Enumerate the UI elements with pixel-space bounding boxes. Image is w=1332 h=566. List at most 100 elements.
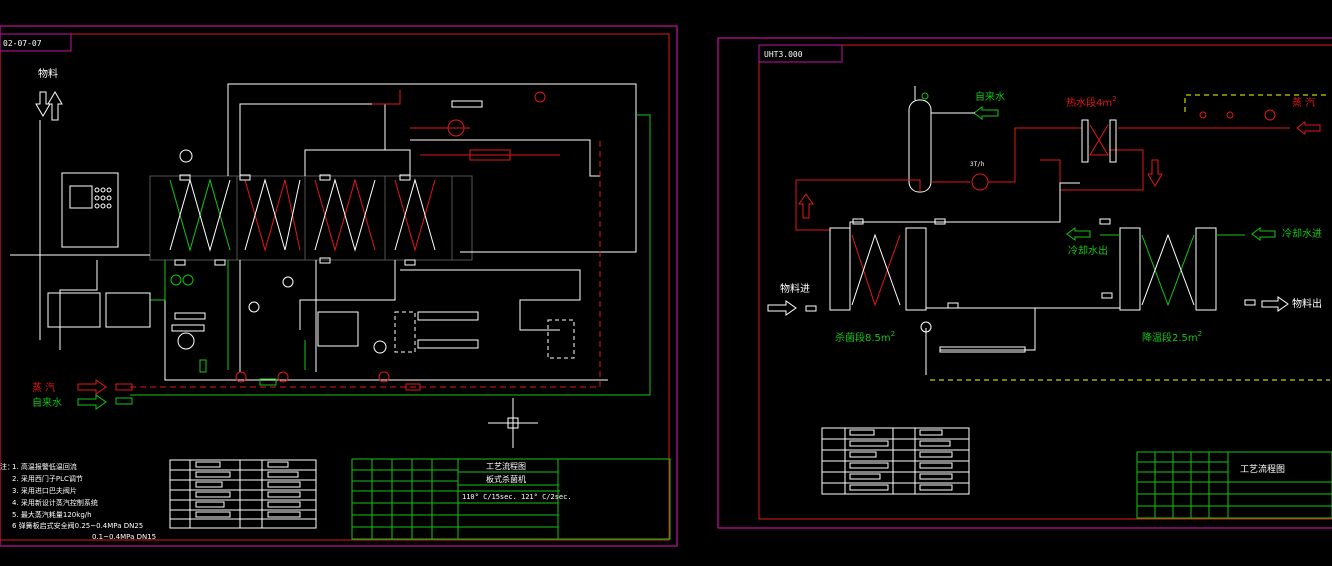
gauge-icon [182,274,194,286]
left-title-1: 工艺流程图 [486,461,526,471]
left-tank-a [47,292,101,328]
red-hot-line [988,127,1082,183]
note-item: 2. 采用西门子PLC调节 [12,474,83,483]
pump-spec: 3T/h [970,161,985,168]
right-title-block [1136,451,1332,519]
right-steam-arrow [1296,121,1321,135]
gauge-icon [282,276,294,288]
pump-icon [971,173,989,191]
left-steam-arrow [77,379,107,395]
material-arrow-up [47,91,63,121]
material-in-arrow [767,300,797,316]
pipe-bottom-4 [299,260,396,330]
left-material-label: 物料 [38,67,58,80]
zigzag-white-4 [394,178,436,251]
sterilize-zigzag-white [851,233,901,306]
pipe-mid [304,149,411,176]
hot-water-exchanger [1109,119,1117,163]
cooling-out-arrow [1066,227,1091,241]
gauge-icon [1199,111,1207,119]
left-tag: 02-07-07 [3,39,42,48]
left-water-arrow [77,394,107,410]
zigzag-white-1 [169,178,231,252]
sterilize-plate [829,227,851,311]
gauge-icon [373,340,387,354]
instrument-tag [805,305,817,312]
right-tap-water-arrow [973,106,999,120]
gauge-icon [170,274,182,286]
right-tap-water-label: 自来水 [975,90,1005,103]
cooling-plate [1119,227,1141,311]
instrument-tags [852,218,1256,309]
hot-zigzag [1089,124,1109,156]
control-cabinet [61,172,119,248]
left-title-2: 板式杀菌机 [486,474,526,484]
cooling-in-label: 冷却水进 [1282,227,1322,240]
zigzag-red-2 [244,179,301,252]
cooling-in-arrow [1251,227,1276,241]
sterilize-label: 杀菌段8.5m2 [835,330,895,344]
pipe-top-2 [239,103,386,176]
pipe-left-a [59,260,98,350]
pipe-loop-right [400,269,581,331]
crosshair-icon [488,398,538,448]
zigzag-white-2 [244,178,301,251]
right-tag: UHT3.000 [764,50,803,59]
material-out-label: 物料出 [1292,297,1322,310]
hot-water-label: 热水段4m2 [1066,95,1117,109]
material-in-label: 物料进 [780,282,810,295]
zigzag-red-4 [394,179,436,252]
pipe-bottom [164,260,608,381]
cooling-out-label: 冷却水出 [1068,244,1108,257]
note-item: 6 弹簧板启式安全阀0.25~0.4MPa DN25 [12,521,143,530]
material-out-arrow [1261,296,1289,312]
cool-down-label: 降温段2.5m2 [1142,330,1202,344]
left-inner-border [0,33,670,541]
tank-unit [317,311,359,347]
left-tank-b [105,292,151,328]
vessel [908,99,932,193]
storage-box-3 [394,311,416,353]
gauge-icon [534,91,546,103]
water-line-a [150,260,166,301]
storage-box [417,311,479,321]
gauge-icon [1226,111,1234,119]
pump-icon [177,332,195,350]
gauge-icon [248,301,260,313]
cooling-zigzag-green [1141,234,1195,307]
gauge-icon [1264,109,1276,121]
pipe-right [410,139,600,177]
white-pipe-b [926,307,1036,351]
steam-line-main [130,140,601,388]
gauge-icon [179,149,193,163]
sterilize-zigzag-red [851,234,901,307]
gauge-icon [921,92,929,100]
control-buttons [94,187,112,209]
note-item-cont: 0.1~0.4MPa DN15 [92,533,156,541]
left-legend [169,459,317,529]
right-legend [821,427,970,495]
steam-line-top [372,90,401,105]
hot-water-exchanger [1081,119,1089,163]
white-pipe-a [849,182,1080,228]
cooling-plate [1195,227,1217,311]
cooling-zigzag-white [1141,233,1195,306]
storage-box-2 [417,339,479,349]
left-drawing: 02-07-07 物料 蒸 汽 自来水 注： 1. 高温报警低温回流 2. 采用… [0,25,678,547]
left-water-label: 自来水 [32,396,62,409]
note-item: 5. 最大蒸汽耗量120kg/h [12,510,92,519]
sterilize-plate [905,227,927,311]
instrument-tags [171,100,483,332]
water-line-right [130,114,651,396]
right-title-1: 工艺流程图 [1240,463,1285,475]
left-title-spec: 110° C/15sec. 121° C/2sec. [462,493,572,501]
notes-list: 1. 高温报警低温回流 2. 采用西门子PLC调节 3. 采用进口巴夫阀片 4.… [12,462,156,541]
up-arrow [798,193,814,219]
zigzag-white-3 [314,178,376,252]
note-item: 1. 高温报警低温回流 [12,462,77,471]
control-screen [69,185,93,209]
storage-box-4 [547,319,575,359]
right-steam-label: 蒸 汽 [1292,96,1315,109]
left-steam-label: 蒸 汽 [32,381,55,394]
right-outer-frame [717,37,1332,529]
